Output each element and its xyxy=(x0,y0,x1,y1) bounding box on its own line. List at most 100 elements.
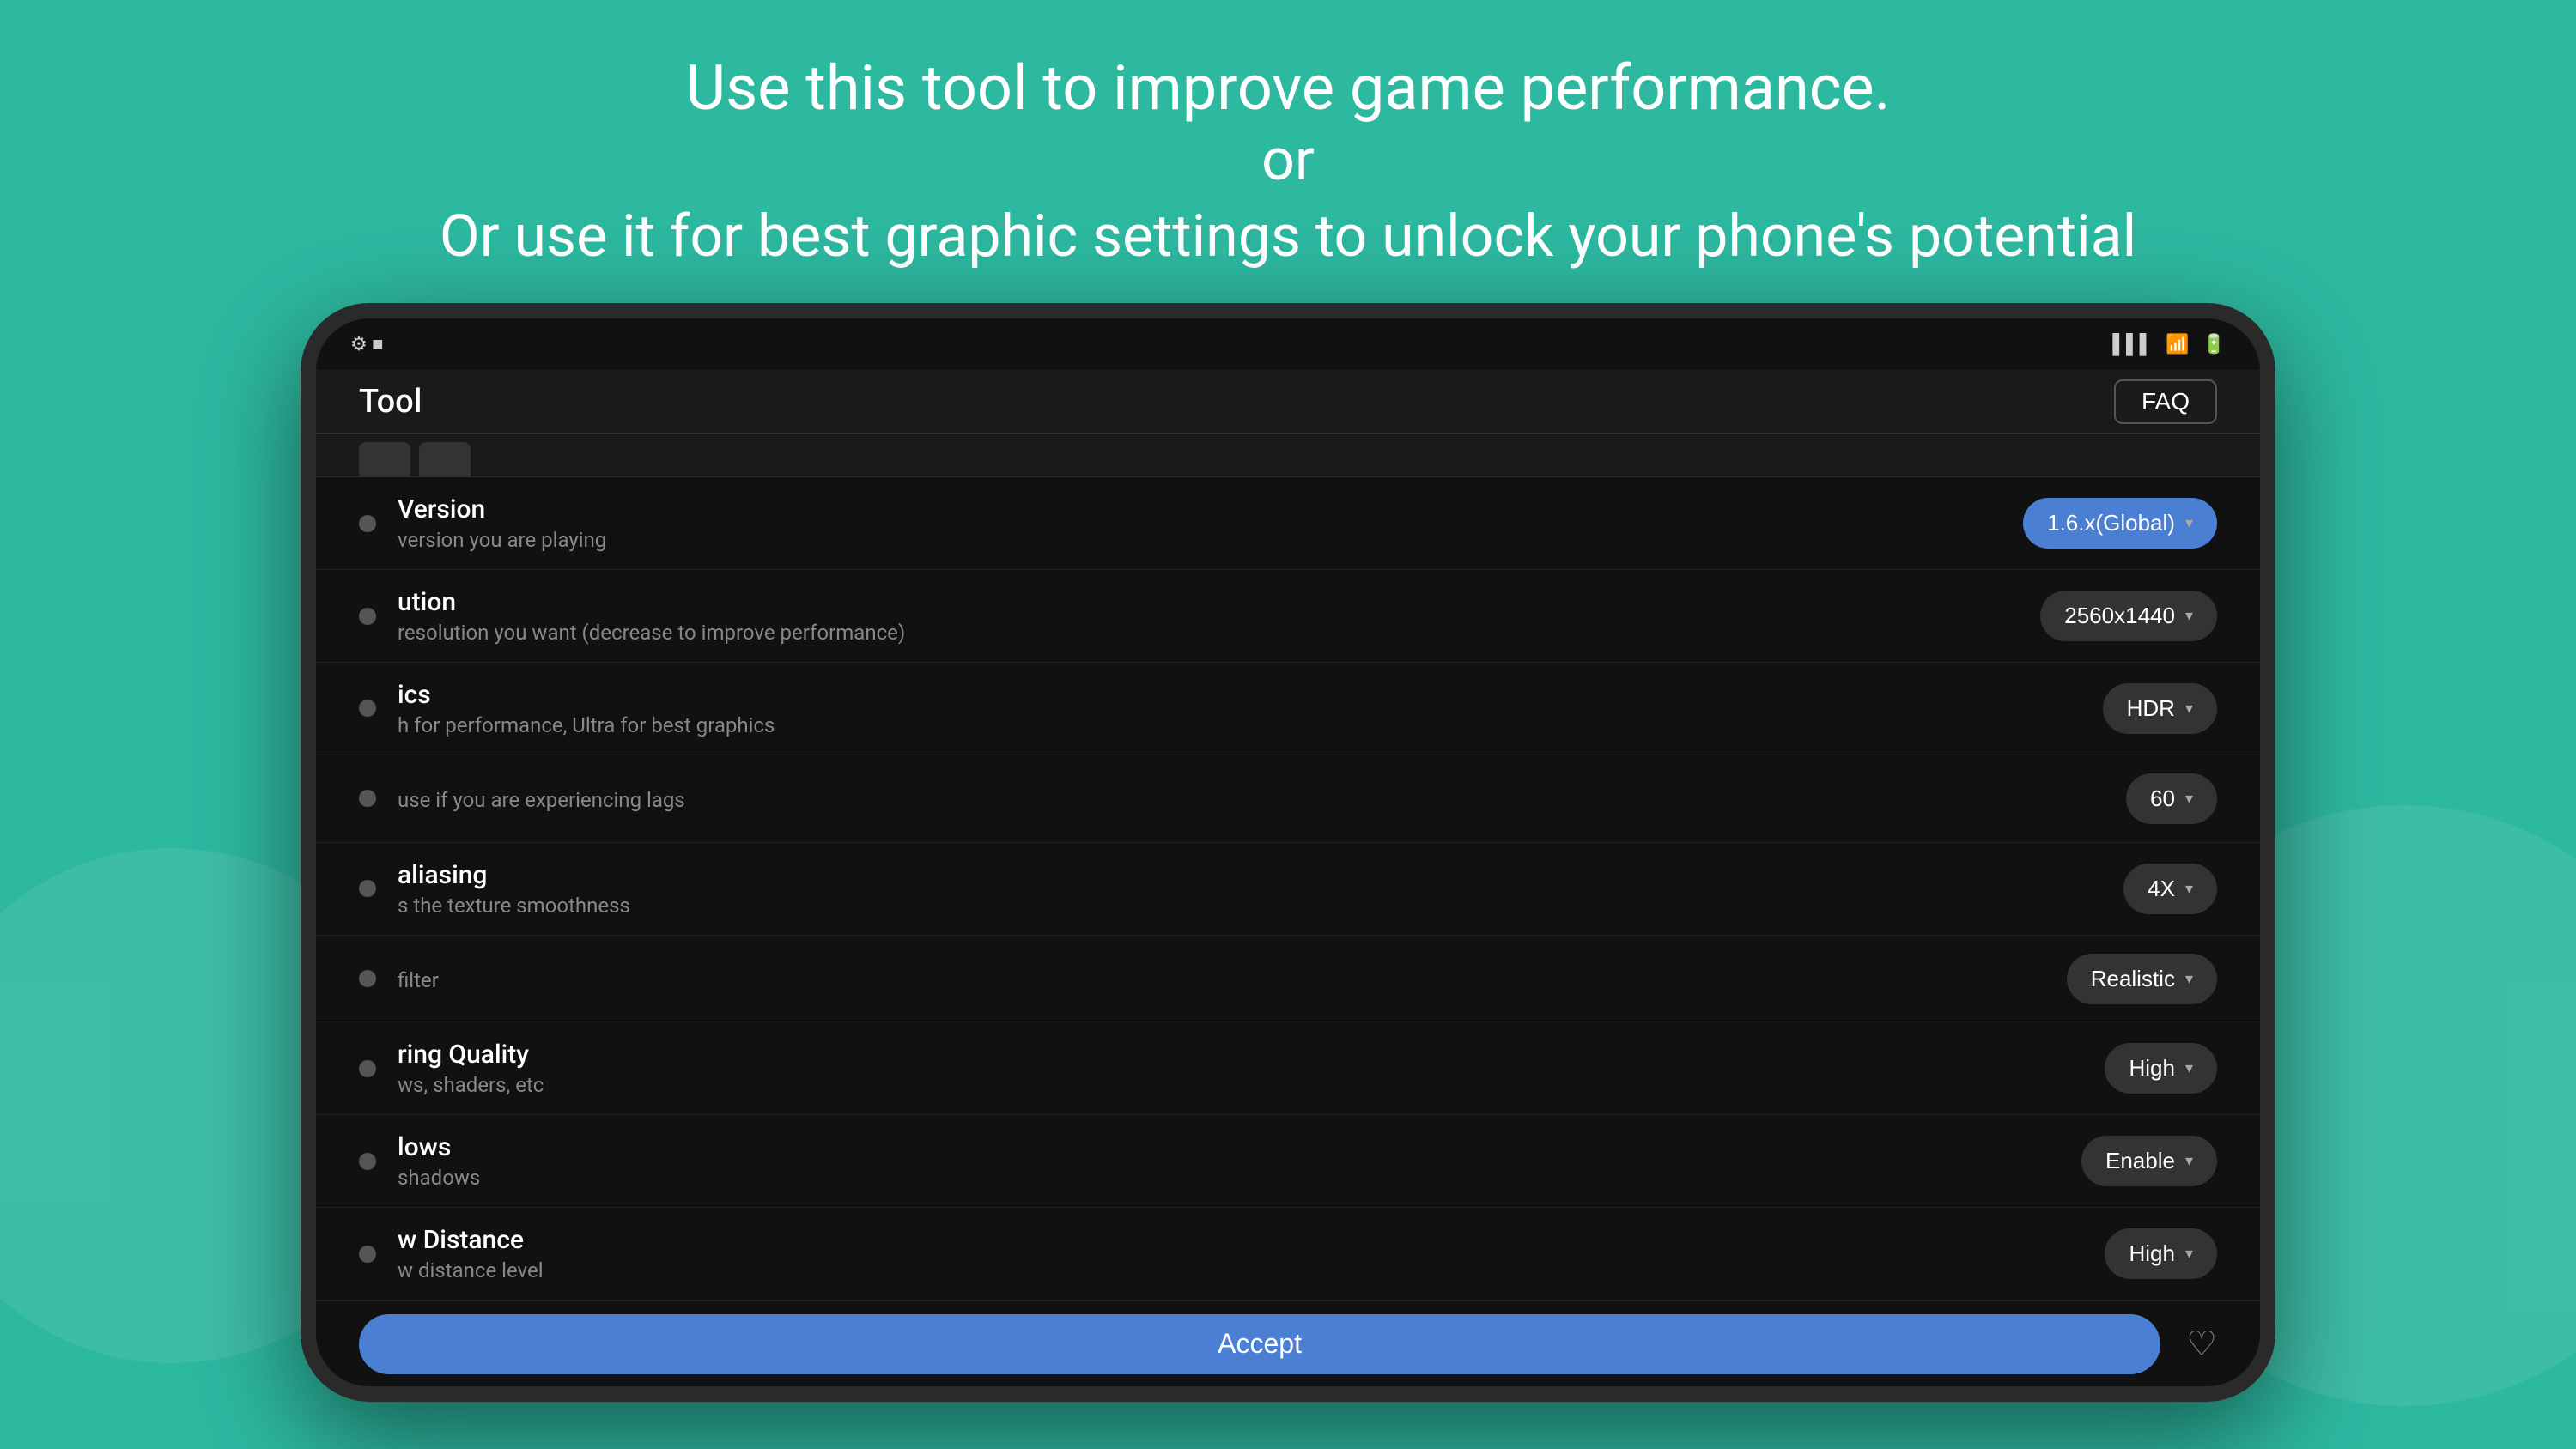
settings-row-filter: filter Realistic ▾ xyxy=(316,936,2260,1023)
row-left-resolution: ution resolution you want (decrease to i… xyxy=(359,587,905,645)
row-label-shadow-distance: w Distance xyxy=(398,1225,544,1255)
row-text-fps: use if you are experiencing lags xyxy=(398,785,685,812)
row-label-shadows: lows xyxy=(398,1132,480,1162)
row-text-antialiasing: aliasing s the texture smoothness xyxy=(398,860,630,918)
row-label-graphics: ics xyxy=(398,680,775,710)
shadow-distance-dropdown[interactable]: High ▾ xyxy=(2105,1228,2217,1279)
page-header: Use this tool to improve game performanc… xyxy=(440,52,2136,277)
shadow-distance-chevron: ▾ xyxy=(2185,1245,2193,1263)
shadows-chevron: ▾ xyxy=(2185,1152,2193,1170)
resolution-dropdown[interactable]: 2560x1440 ▾ xyxy=(2040,591,2217,641)
faq-button[interactable]: FAQ xyxy=(2114,379,2217,424)
row-text-shadows: lows shadows xyxy=(398,1132,480,1190)
wifi-icon: 📶 xyxy=(2166,334,2189,355)
app-header: Tool FAQ xyxy=(316,370,2260,434)
version-value: 1.6.x(Global) xyxy=(2047,510,2175,537)
rendering-value: High xyxy=(2129,1055,2174,1082)
filter-dropdown[interactable]: Realistic ▾ xyxy=(2067,954,2217,1004)
app-footer: Accept ♡ xyxy=(316,1300,2260,1386)
row-desc-shadow-distance: w distance level xyxy=(398,1258,544,1282)
version-dropdown[interactable]: 1.6.x(Global) ▾ xyxy=(2023,498,2217,549)
settings-content: Version version you are playing 1.6.x(Gl… xyxy=(316,477,2260,1300)
settings-row-rendering: ring Quality ws, shaders, etc High ▾ xyxy=(316,1022,2260,1115)
row-indicator-resolution xyxy=(359,608,376,625)
row-text-shadow-distance: w Distance w distance level xyxy=(398,1225,544,1282)
header-line3: Or use it for best graphic settings to u… xyxy=(440,196,2136,277)
shadows-value: Enable xyxy=(2105,1148,2175,1174)
rendering-chevron: ▾ xyxy=(2185,1059,2193,1077)
fps-chevron: ▾ xyxy=(2185,790,2193,808)
row-left-antialiasing: aliasing s the texture smoothness xyxy=(359,860,630,918)
row-indicator-fps xyxy=(359,790,376,807)
row-desc-rendering: ws, shaders, etc xyxy=(398,1073,544,1097)
row-indicator-filter xyxy=(359,970,376,987)
settings-row-shadows: lows shadows Enable ▾ xyxy=(316,1115,2260,1208)
fps-value: 60 xyxy=(2150,785,2175,812)
row-label-rendering: ring Quality xyxy=(398,1040,544,1070)
filter-chevron: ▾ xyxy=(2185,970,2193,988)
row-indicator-version xyxy=(359,515,376,532)
row-indicator-shadow-distance xyxy=(359,1246,376,1263)
row-desc-antialiasing: s the texture smoothness xyxy=(398,894,630,918)
battery-icon: 🔋 xyxy=(2202,334,2226,355)
settings-row-resolution: ution resolution you want (decrease to i… xyxy=(316,570,2260,663)
rendering-dropdown[interactable]: High ▾ xyxy=(2105,1043,2217,1094)
row-left-filter: filter xyxy=(359,965,439,992)
antialiasing-dropdown[interactable]: 4X ▾ xyxy=(2123,864,2217,914)
row-text-rendering: ring Quality ws, shaders, etc xyxy=(398,1040,544,1097)
row-label-resolution: ution xyxy=(398,587,905,617)
accept-button[interactable]: Accept xyxy=(359,1314,2160,1374)
heart-icon[interactable]: ♡ xyxy=(2186,1324,2217,1364)
resolution-value: 2560x1440 xyxy=(2064,603,2175,629)
system-icons: ⚙ ■ xyxy=(350,333,383,355)
graphics-dropdown[interactable]: HDR ▾ xyxy=(2103,683,2217,734)
row-left-fps: use if you are experiencing lags xyxy=(359,785,685,812)
tab-2[interactable] xyxy=(419,442,471,476)
row-text-filter: filter xyxy=(398,965,439,992)
row-indicator-antialiasing xyxy=(359,880,376,897)
row-text-resolution: ution resolution you want (decrease to i… xyxy=(398,587,905,645)
filter-value: Realistic xyxy=(2091,966,2175,992)
row-desc-shadows: shadows xyxy=(398,1166,480,1190)
row-text-graphics: ics h for performance, Ultra for best gr… xyxy=(398,680,775,737)
device-mockup: ⚙ ■ ▌▌▌ 📶 🔋 Tool FAQ xyxy=(301,303,2275,1402)
row-label-version: Version xyxy=(398,494,606,524)
row-indicator-rendering xyxy=(359,1060,376,1077)
device-frame: ⚙ ■ ▌▌▌ 📶 🔋 Tool FAQ xyxy=(301,303,2275,1402)
shadows-dropdown[interactable]: Enable ▾ xyxy=(2081,1136,2217,1186)
fps-dropdown[interactable]: 60 ▾ xyxy=(2126,773,2217,824)
status-bar: ⚙ ■ ▌▌▌ 📶 🔋 xyxy=(316,318,2260,370)
row-left-version: Version version you are playing xyxy=(359,494,606,552)
settings-row-shadow-distance: w Distance w distance level High ▾ xyxy=(316,1208,2260,1300)
row-indicator-graphics xyxy=(359,700,376,717)
header-line1: Use this tool to improve game performanc… xyxy=(440,52,2136,125)
resolution-chevron: ▾ xyxy=(2185,607,2193,625)
shadow-distance-value: High xyxy=(2129,1240,2174,1267)
status-bar-right: ▌▌▌ 📶 🔋 xyxy=(2112,333,2226,355)
settings-row-antialiasing: aliasing s the texture smoothness 4X ▾ xyxy=(316,843,2260,936)
app-title: Tool xyxy=(359,383,422,421)
antialiasing-value: 4X xyxy=(2148,876,2175,902)
row-indicator-shadows xyxy=(359,1153,376,1170)
signal-icon: ▌▌▌ xyxy=(2112,333,2153,355)
tab-1[interactable] xyxy=(359,442,410,476)
graphics-chevron: ▾ xyxy=(2185,700,2193,718)
settings-row-fps: use if you are experiencing lags 60 ▾ xyxy=(316,755,2260,843)
antialiasing-chevron: ▾ xyxy=(2185,880,2193,898)
row-left-shadows: lows shadows xyxy=(359,1132,480,1190)
row-desc-fps: use if you are experiencing lags xyxy=(398,788,685,812)
row-label-antialiasing: aliasing xyxy=(398,860,630,890)
status-bar-left: ⚙ ■ xyxy=(350,333,383,355)
row-left-shadow-distance: w Distance w distance level xyxy=(359,1225,544,1282)
row-text-version: Version version you are playing xyxy=(398,494,606,552)
row-desc-resolution: resolution you want (decrease to improve… xyxy=(398,621,905,645)
tab-bar xyxy=(316,434,2260,477)
version-chevron: ▾ xyxy=(2185,514,2193,532)
settings-row-graphics: ics h for performance, Ultra for best gr… xyxy=(316,663,2260,755)
row-desc-version: version you are playing xyxy=(398,528,606,552)
row-left-graphics: ics h for performance, Ultra for best gr… xyxy=(359,680,775,737)
row-desc-graphics: h for performance, Ultra for best graphi… xyxy=(398,713,775,737)
row-desc-filter: filter xyxy=(398,968,439,992)
graphics-value: HDR xyxy=(2127,695,2175,722)
row-left-rendering: ring Quality ws, shaders, etc xyxy=(359,1040,544,1097)
